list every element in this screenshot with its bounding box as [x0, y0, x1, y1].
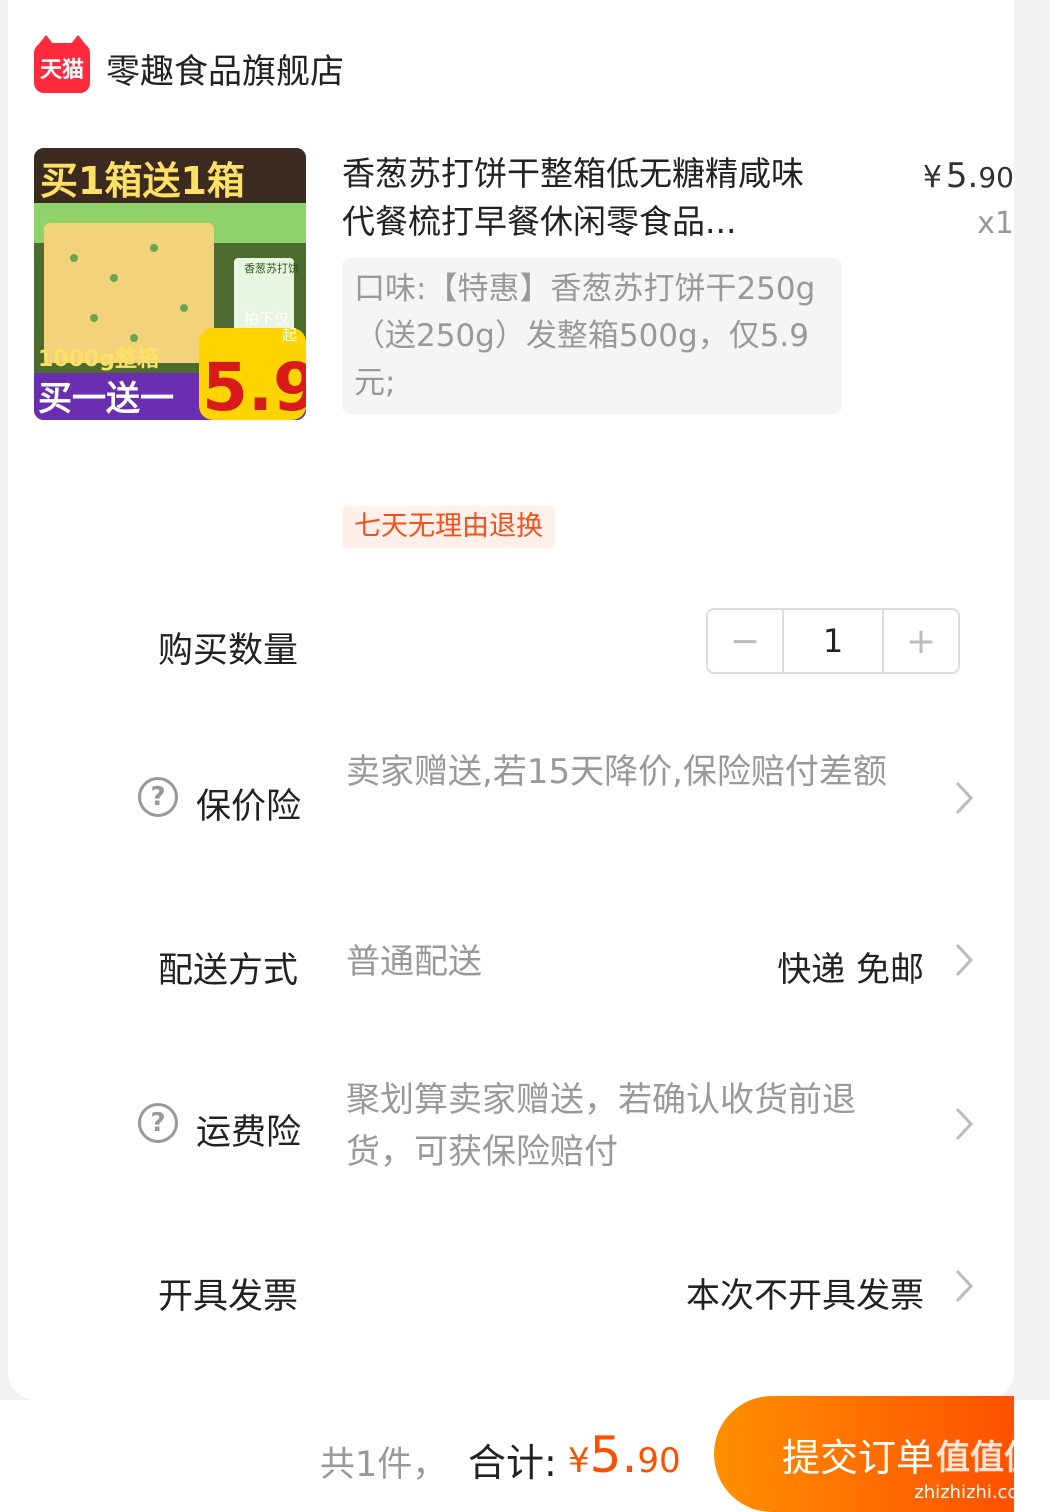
- chevron-right-icon[interactable]: [954, 942, 974, 978]
- quantity-value[interactable]: 1: [782, 610, 884, 672]
- weight-text: 1000g整箱: [38, 346, 159, 372]
- price-big-text: 5.9: [202, 349, 306, 420]
- delivery-label: 配送方式: [158, 951, 299, 991]
- total-label: 合计:: [468, 1441, 557, 1485]
- shipping-insurance-value[interactable]: 聚划算卖家赠送，若确认收货前退货，可获保险赔付: [346, 1074, 906, 1178]
- price-suffix-text: 起: [282, 326, 297, 344]
- store-header[interactable]: 天猫 零趣食品旗舰店: [34, 35, 344, 100]
- sku-selector[interactable]: 口味:【特惠】香葱苏打饼干250g（送250g）发整箱500g，仅5.9元;: [342, 258, 842, 414]
- price-protection-label: 保价险: [196, 787, 302, 827]
- pack-label-text: 香葱苏打饼: [244, 261, 299, 275]
- promo-top-text: 买1箱送1箱: [40, 159, 245, 203]
- increment-button[interactable]: +: [884, 610, 958, 672]
- shipping-insurance-label: 运费险: [196, 1113, 302, 1153]
- quantity-label: 购买数量: [158, 631, 299, 671]
- item-count: 共1件，: [320, 1445, 448, 1485]
- watermark: 值值值: [936, 1438, 1038, 1478]
- price-protection-value[interactable]: 卖家赠送,若15天降价,保险赔付差额: [346, 746, 922, 798]
- watermark-url: zhizhizhi.com: [914, 1482, 1036, 1503]
- chevron-right-icon[interactable]: [954, 1106, 974, 1142]
- item-quantity: x1: [977, 206, 1014, 241]
- product-image[interactable]: 买1箱送1箱 拍下仅 起 香葱苏打饼 1000g整箱 买一送一 5.9: [34, 148, 306, 420]
- invoice-value[interactable]: 本次不开具发票: [686, 1268, 924, 1317]
- delivery-value[interactable]: 快递 免邮: [777, 942, 924, 991]
- service-tag: 七天无理由退换: [342, 506, 555, 548]
- help-icon[interactable]: ?: [138, 777, 178, 817]
- unit-price: ¥5.90: [922, 156, 1014, 196]
- chevron-right-icon[interactable]: [954, 1268, 974, 1304]
- decrement-button[interactable]: −: [708, 610, 782, 672]
- product-title[interactable]: 香葱苏打饼干整箱低无糖精咸味代餐梳打早餐休闲零食品...: [342, 150, 822, 246]
- store-name[interactable]: 零趣食品旗舰店: [106, 44, 344, 93]
- bottom-promo-text: 买一送一: [38, 379, 174, 419]
- help-icon[interactable]: ?: [138, 1103, 178, 1143]
- quantity-stepper[interactable]: − 1 +: [706, 608, 960, 674]
- tmall-logo: 天猫: [34, 35, 90, 93]
- delivery-method: 普通配送: [346, 942, 482, 982]
- chevron-right-icon[interactable]: [954, 780, 974, 816]
- total-price: ¥5.90: [568, 1426, 681, 1484]
- invoice-label: 开具发票: [158, 1277, 299, 1317]
